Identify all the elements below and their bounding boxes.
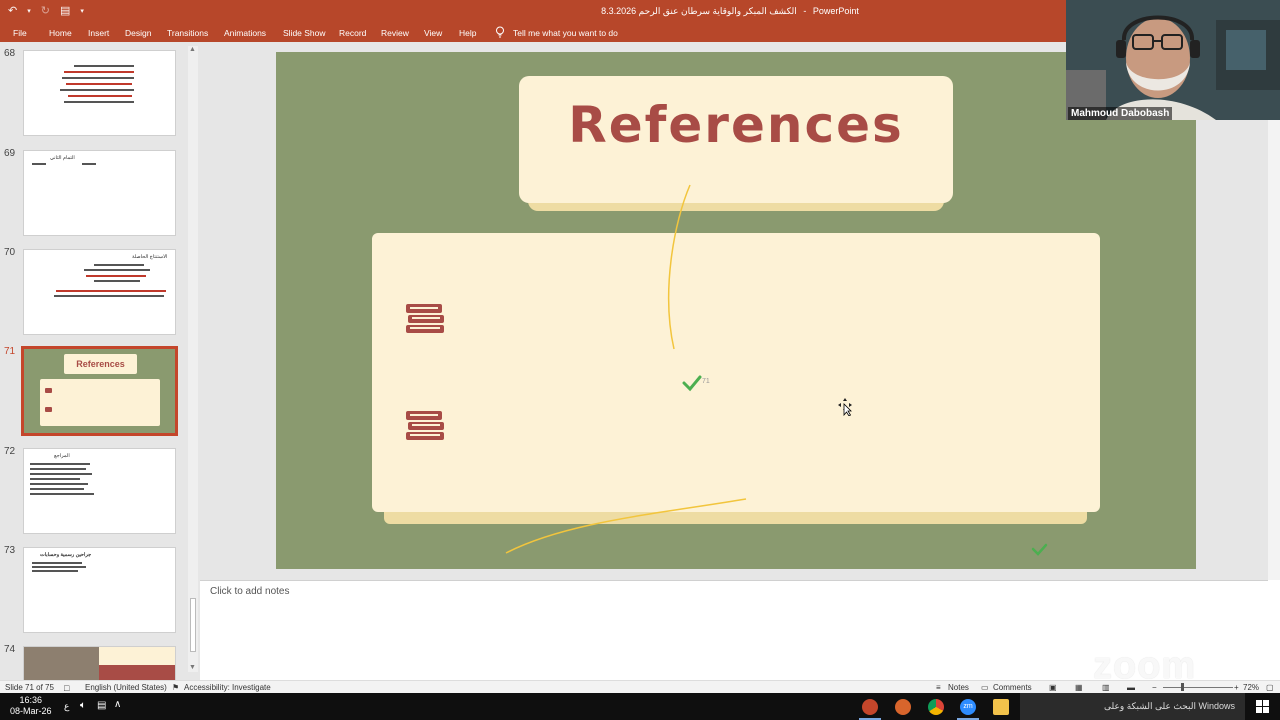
thumb-number-71: 71 [4, 346, 16, 357]
network-icon[interactable]: ▤ [97, 700, 106, 711]
thumbnails-scrollbar[interactable]: ▲ ▼ [188, 46, 198, 672]
zoom-level[interactable]: 72% [1243, 683, 1259, 692]
windows-taskbar: 16:36 08-Mar-26 ع 🔈︎ ▤ ∧ zm البحث على ال… [0, 693, 1280, 720]
zoom-out-button[interactable]: − [1152, 683, 1157, 692]
lightbulb-icon [496, 26, 504, 38]
document-name: الكشف المبكر والوقاية سرطان عنق الرحم 8.… [601, 6, 797, 16]
books-icon [406, 411, 444, 440]
scroll-up-icon[interactable]: ▲ [189, 46, 196, 53]
fit-slide-icon[interactable]: ▢ [1266, 683, 1274, 692]
system-clock[interactable]: 16:36 08-Mar-26 [10, 695, 52, 717]
scrollbar-thumb[interactable] [190, 598, 196, 652]
spell-check-icon[interactable]: □ [64, 683, 69, 693]
move-cursor-icon [838, 398, 852, 416]
thumb-73-title: جراحين رسمية وحسابات [40, 552, 92, 558]
tab-review[interactable]: Review [381, 28, 409, 38]
thumb-number-69: 69 [4, 148, 16, 159]
file-explorer-taskbar-icon[interactable] [993, 699, 1009, 715]
active-thumb-selection [21, 346, 178, 436]
thumb-number-70: 70 [4, 247, 16, 258]
thumb-number-68: 68 [4, 48, 16, 59]
current-slide[interactable]: References 71 [276, 52, 1196, 569]
thumb-number-73: 73 [4, 545, 16, 556]
tab-transitions[interactable]: Transitions [167, 28, 208, 38]
browser-taskbar-icon[interactable] [895, 699, 911, 715]
powerpoint-taskbar-icon[interactable] [862, 699, 878, 715]
app-window: ↶ ▾ ↻ ▤ ▾ الكشف المبكر والوقاية سرطان عن… [0, 0, 1280, 720]
tab-design[interactable]: Design [125, 28, 151, 38]
status-bar: Slide 71 of 75 □ English (United States)… [0, 680, 1280, 693]
comments-icon[interactable]: ▭ [981, 683, 989, 692]
participant-name: Mahmoud Dabobash [1068, 107, 1173, 120]
zoom-slider[interactable] [1163, 687, 1233, 688]
thumbnail-slide-70[interactable]: الاستنتاج الحاصلة [23, 249, 176, 335]
thumb-number-74: 74 [4, 644, 16, 655]
title-separator: - [803, 6, 807, 16]
taskbar-search[interactable]: البحث على الشبكة وعلى Windows [1020, 693, 1245, 720]
tab-insert[interactable]: Insert [88, 28, 109, 38]
thumbnail-slide-72[interactable]: المراجع [23, 448, 176, 534]
tab-view[interactable]: View [424, 28, 442, 38]
tab-animations[interactable]: Animations [224, 28, 266, 38]
taskbar-search-text: البحث على الشبكة وعلى Windows [1104, 701, 1235, 711]
thumbnail-slide-68[interactable] [23, 50, 176, 136]
tab-help[interactable]: Help [459, 28, 476, 38]
thumb-70-title: الاستنتاج الحاصلة [132, 254, 168, 260]
tab-slide-show[interactable]: Slide Show [283, 28, 326, 38]
webcam-video [1066, 0, 1280, 120]
zoom-in-button[interactable]: + [1234, 683, 1239, 692]
zoom-slider-knob[interactable] [1181, 683, 1184, 691]
content-placeholder[interactable] [372, 233, 1100, 512]
zoom-taskbar-icon[interactable]: zm [960, 699, 976, 715]
books-icon [406, 304, 444, 333]
thumb-72-title: المراجع [54, 453, 70, 459]
notes-toggle[interactable]: Notes [948, 683, 969, 692]
clock-date: 08-Mar-26 [10, 706, 52, 716]
slideshow-view-icon[interactable]: ▬ [1127, 683, 1135, 692]
normal-view-icon[interactable]: ▣ [1049, 683, 1057, 692]
thumbnail-slide-74[interactable] [23, 646, 176, 680]
language-indicator[interactable]: English (United States) [85, 683, 167, 692]
notes-placeholder[interactable]: Click to add notes [210, 586, 290, 597]
main-scrollbar[interactable] [1268, 42, 1280, 580]
thumb-69-title: التمام الثاني [50, 155, 75, 161]
input-language[interactable]: ع [64, 701, 69, 712]
slide-counter: Slide 71 of 75 [5, 683, 54, 692]
app-name: PowerPoint [812, 6, 859, 16]
tell-me-search[interactable]: Tell me what you want to do [513, 28, 618, 38]
slide-title: References [568, 96, 904, 154]
comments-toggle[interactable]: Comments [993, 683, 1032, 692]
slide-sorter-icon[interactable]: ▦ [1075, 683, 1083, 692]
tab-home[interactable]: Home [49, 28, 72, 38]
participant-video-feed [1066, 0, 1280, 120]
accessibility-status[interactable]: Accessibility: Investigate [184, 683, 271, 692]
clock-time: 16:36 [19, 695, 43, 705]
slide-thumbnails-pane: 68 69 التمام الثاني 70 الاستنتاج الحاصلة [0, 42, 200, 680]
tab-record[interactable]: Record [339, 28, 366, 38]
thumbnail-slide-69[interactable]: التمام الثاني [23, 150, 176, 236]
thumb-number-72: 72 [4, 446, 16, 457]
chrome-taskbar-icon[interactable] [928, 699, 944, 715]
tab-file[interactable]: File [13, 28, 27, 38]
slide-number-marker: 71 [702, 378, 710, 385]
show-hidden-icons[interactable]: ∧ [114, 699, 121, 710]
notes-icon[interactable]: ≡ [936, 683, 941, 692]
accessibility-icon[interactable]: ⚑ [172, 683, 179, 692]
reading-view-icon[interactable]: ▥ [1102, 683, 1110, 692]
thumbnail-slide-73[interactable]: جراحين رسمية وحسابات [23, 547, 176, 633]
scroll-down-icon[interactable]: ▼ [189, 664, 196, 671]
windows-start-icon[interactable] [1256, 700, 1269, 713]
volume-icon[interactable]: 🔈︎ [80, 700, 86, 711]
